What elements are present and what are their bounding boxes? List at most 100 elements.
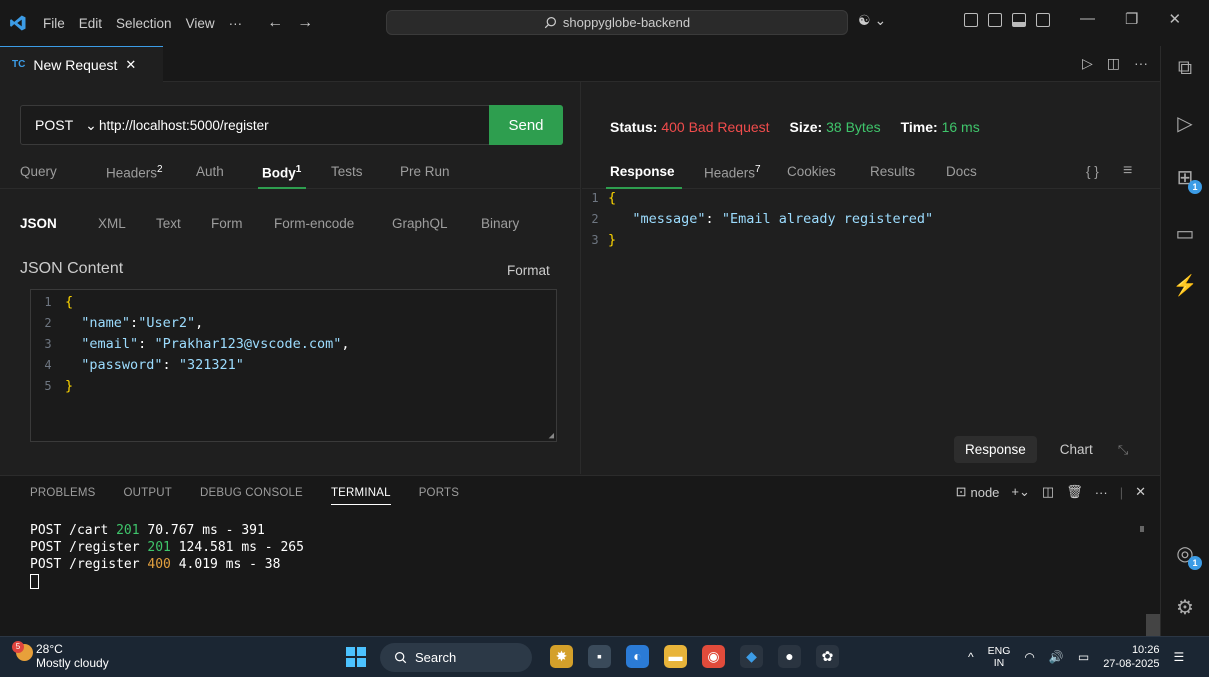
minimize-icon[interactable]: — bbox=[1080, 10, 1095, 28]
code-line: 3 "email": "Prakhar123@vscode.com", bbox=[31, 336, 349, 357]
terminal-output[interactable]: POST /cart 201 70.767 ms - 391 POST /reg… bbox=[30, 523, 304, 591]
menu-view[interactable]: View bbox=[179, 16, 222, 31]
extensions-icon[interactable]: ⊞ 1 bbox=[1171, 164, 1202, 194]
tab-terminal[interactable]: TERMINAL bbox=[330, 487, 391, 505]
close-window-icon[interactable]: ✕ bbox=[1168, 10, 1181, 28]
format-button[interactable]: Format bbox=[507, 263, 550, 278]
tab-query[interactable]: Query bbox=[20, 164, 57, 179]
body-tab-json[interactable]: JSON bbox=[20, 216, 57, 231]
tab-headers[interactable]: Headers2 bbox=[106, 164, 163, 181]
new-terminal-icon[interactable]: +⌄ bbox=[1011, 484, 1029, 500]
remote-explorer-icon[interactable]: ▭ bbox=[1171, 220, 1199, 248]
wifi-icon[interactable]: ◠ bbox=[1024, 650, 1034, 664]
body-tab-form[interactable]: Form bbox=[211, 216, 243, 231]
windows-start-icon[interactable] bbox=[346, 647, 366, 667]
braces-icon[interactable]: { } bbox=[1086, 164, 1099, 179]
code-line: 3} bbox=[582, 232, 616, 253]
copilot-icon[interactable]: ☯ ⌄ bbox=[858, 12, 886, 29]
chatgpt-icon[interactable]: ✿ bbox=[816, 645, 839, 668]
tab-tests[interactable]: Tests bbox=[331, 164, 363, 179]
tab-response[interactable]: Response bbox=[610, 164, 675, 179]
explorer-icon[interactable]: ⧉ bbox=[1171, 54, 1199, 82]
toggle-primary-sidebar-icon[interactable] bbox=[988, 13, 1002, 27]
headers-count-badge: 2 bbox=[157, 164, 163, 175]
json-body-editor[interactable]: 1{ 2 "name":"User2", 3 "email": "Prakhar… bbox=[30, 289, 557, 442]
body-tab-graphql[interactable]: GraphQL bbox=[392, 216, 448, 231]
chrome-icon[interactable]: ◉ bbox=[702, 645, 725, 668]
file-explorer-icon[interactable]: ▬ bbox=[664, 645, 687, 668]
view-chart-button[interactable]: Chart bbox=[1049, 436, 1104, 463]
code-line: 1{ bbox=[31, 294, 73, 315]
battery-icon[interactable]: ▭ bbox=[1078, 650, 1089, 664]
tab-results[interactable]: Results bbox=[870, 164, 915, 179]
restore-icon[interactable]: ❐ bbox=[1125, 10, 1138, 28]
tab-auth[interactable]: Auth bbox=[196, 164, 224, 179]
line-number: 3 bbox=[591, 233, 599, 247]
customize-layout-icon[interactable] bbox=[964, 13, 978, 27]
trash-icon[interactable]: 🗑 bbox=[1066, 484, 1083, 500]
line-number: 2 bbox=[44, 316, 52, 330]
toggle-secondary-sidebar-icon[interactable] bbox=[1036, 13, 1050, 27]
clock[interactable]: 10:26 27-08-2025 bbox=[1103, 643, 1159, 671]
body-tab-binary[interactable]: Binary bbox=[481, 216, 519, 231]
run-debug-icon[interactable]: ▷ bbox=[1171, 110, 1199, 138]
settings-gear-icon[interactable]: ⚙ bbox=[1171, 594, 1199, 622]
task-view-icon[interactable]: ▪ bbox=[588, 645, 611, 668]
edge-browser-icon[interactable]: ◐ bbox=[626, 645, 649, 668]
volume-icon[interactable]: 🔊 bbox=[1049, 650, 1064, 664]
festival-widget-icon[interactable]: ✸ bbox=[550, 645, 573, 668]
tray-overflow-icon[interactable]: ^ bbox=[968, 650, 974, 664]
more-actions-icon[interactable]: ··· bbox=[1134, 55, 1148, 72]
tab-body[interactable]: Body1 bbox=[262, 164, 301, 181]
tab-cookies[interactable]: Cookies bbox=[787, 164, 836, 179]
url-input[interactable]: http://localhost:5000/register bbox=[99, 118, 269, 133]
scrollbar-thumb[interactable] bbox=[1146, 614, 1160, 636]
menu-file[interactable]: File bbox=[36, 16, 72, 31]
run-icon[interactable]: ▷ bbox=[1082, 55, 1093, 72]
toggle-panel-icon[interactable] bbox=[1012, 13, 1026, 27]
method-select[interactable]: POST ⌄ bbox=[21, 117, 99, 134]
json-content-title: JSON Content bbox=[20, 260, 124, 277]
menu-lines-icon[interactable]: ≡ bbox=[1123, 162, 1132, 180]
size-value: 38 Bytes bbox=[826, 119, 881, 135]
tab-docs[interactable]: Docs bbox=[946, 164, 977, 179]
notifications-icon[interactable]: ☰ bbox=[1173, 650, 1184, 664]
thunder-client-icon[interactable]: ⚡ bbox=[1171, 272, 1199, 300]
code-line: 5} bbox=[31, 378, 73, 399]
split-terminal-icon[interactable]: ◫ bbox=[1042, 484, 1054, 500]
command-center-search[interactable]: shoppyglobe-backend bbox=[386, 10, 848, 35]
tab-debug-console[interactable]: DEBUG CONSOLE bbox=[200, 487, 303, 505]
expand-icon[interactable]: ⤡ bbox=[1118, 442, 1128, 458]
forward-arrow-icon[interactable]: → bbox=[297, 14, 313, 32]
back-arrow-icon[interactable]: ← bbox=[267, 14, 283, 32]
send-button[interactable]: Send bbox=[489, 105, 563, 145]
tab-problems[interactable]: PROBLEMS bbox=[30, 487, 96, 505]
body-tab-form-encode[interactable]: Form-encode bbox=[274, 216, 354, 231]
view-response-button[interactable]: Response bbox=[954, 436, 1037, 463]
close-panel-icon[interactable]: ✕ bbox=[1135, 484, 1146, 500]
more-icon[interactable]: ··· bbox=[1095, 485, 1108, 500]
vscode-taskbar-icon[interactable]: ◆ bbox=[740, 645, 763, 668]
body-tab-text[interactable]: Text bbox=[156, 216, 181, 231]
weather-widget[interactable]: 5 28°C Mostly cloudy bbox=[12, 641, 109, 670]
code-token: "User2" bbox=[138, 315, 196, 331]
taskbar-search[interactable]: Search bbox=[380, 643, 532, 672]
accounts-icon[interactable]: ◎ 1 bbox=[1171, 540, 1202, 570]
resize-handle-icon[interactable]: ◢ bbox=[549, 431, 554, 441]
tab-new-request[interactable]: TC New Request ✕ bbox=[0, 46, 163, 82]
language-indicator[interactable]: ENG IN bbox=[988, 645, 1011, 669]
tab-prerun[interactable]: Pre Run bbox=[400, 164, 450, 179]
body-tab-xml[interactable]: XML bbox=[98, 216, 126, 231]
tab-ports[interactable]: PORTS bbox=[419, 487, 459, 505]
menu-more[interactable]: ··· bbox=[222, 16, 250, 31]
menu-selection[interactable]: Selection bbox=[109, 16, 179, 31]
tab-response-headers-label: Headers bbox=[704, 165, 756, 181]
mongodb-icon[interactable]: ● bbox=[778, 645, 801, 668]
menu-edit[interactable]: Edit bbox=[72, 16, 109, 31]
split-editor-icon[interactable]: ◫ bbox=[1107, 55, 1120, 72]
tab-close-icon[interactable]: ✕ bbox=[125, 57, 136, 73]
terminal-name[interactable]: node bbox=[970, 485, 999, 500]
time-label: Time: bbox=[900, 119, 938, 135]
tab-response-headers[interactable]: Headers7 bbox=[704, 164, 761, 181]
tab-output[interactable]: OUTPUT bbox=[124, 487, 172, 505]
